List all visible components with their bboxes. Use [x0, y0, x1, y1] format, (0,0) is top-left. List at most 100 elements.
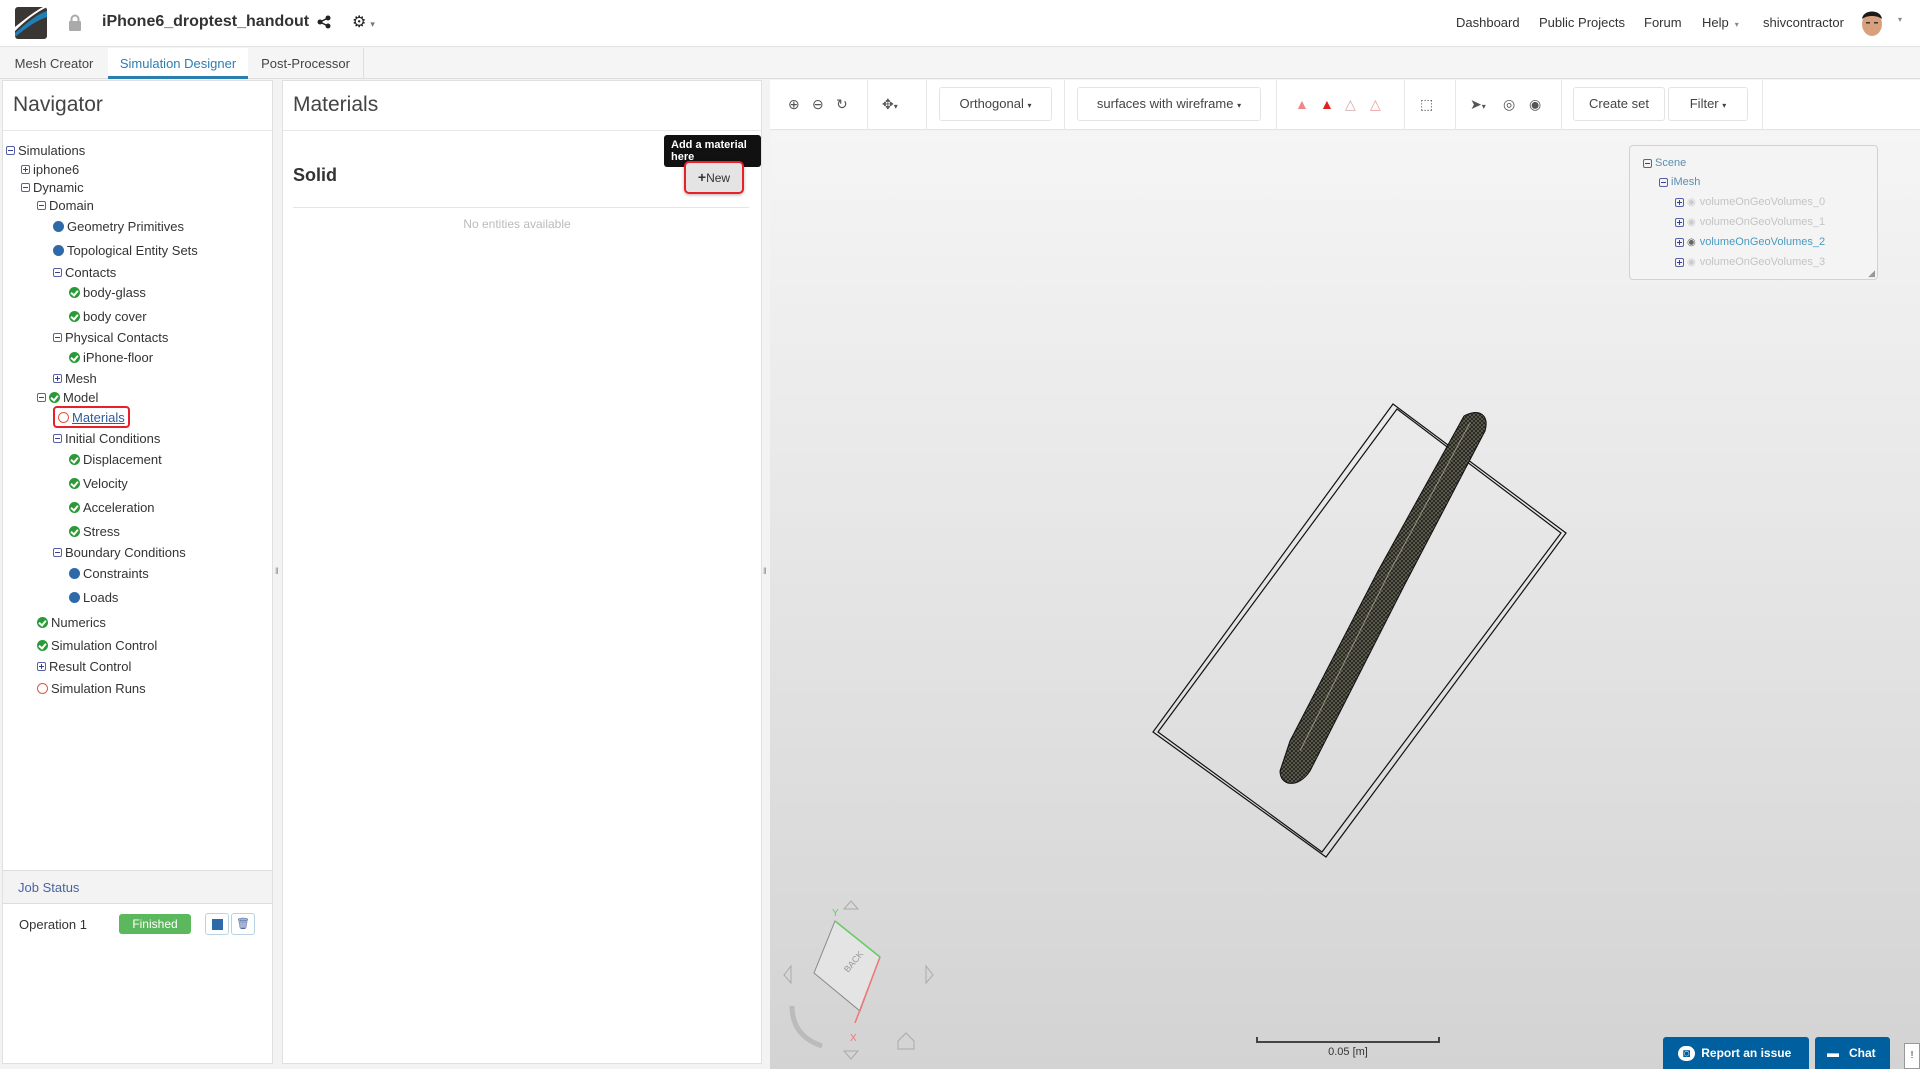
- tree-item[interactable]: Velocity: [69, 474, 128, 492]
- tree-item[interactable]: iphone6: [21, 160, 79, 178]
- settings-gear-icon[interactable]: ⚙ ▾: [352, 12, 375, 32]
- zoom-out-icon[interactable]: ⊖: [812, 96, 824, 113]
- scene-volume-item[interactable]: ◉ volumeOnGeoVolumes_2: [1675, 236, 1825, 248]
- expand-icon[interactable]: [1675, 257, 1684, 267]
- scene-volume-item[interactable]: ◉ volumeOnGeoVolumes_0: [1675, 196, 1825, 208]
- tree-item[interactable]: iPhone-floor: [69, 348, 153, 366]
- render-mode-dropdown[interactable]: surfaces with wireframe ▾: [1077, 87, 1261, 121]
- resize-grip-icon[interactable]: ◢: [1868, 268, 1875, 279]
- expand-icon[interactable]: [37, 661, 46, 671]
- expand-icon[interactable]: [21, 164, 30, 174]
- shaded-edges-icon[interactable]: ▲: [1320, 96, 1334, 112]
- stop-job-button[interactable]: [205, 913, 229, 935]
- tree-item[interactable]: Model: [37, 388, 98, 406]
- tree-item[interactable]: Acceleration: [69, 498, 155, 516]
- visibility-eye-icon[interactable]: ◉: [1687, 237, 1696, 248]
- tree-item[interactable]: Physical Contacts: [53, 328, 168, 346]
- tree-item[interactable]: Materials: [53, 406, 130, 428]
- feedback-tab[interactable]: !: [1904, 1043, 1920, 1069]
- collapse-icon[interactable]: [53, 547, 62, 557]
- zoom-in-icon[interactable]: ⊕: [788, 96, 800, 113]
- collapse-icon[interactable]: [21, 182, 30, 192]
- user-menu-chevron-icon[interactable]: ▾: [1898, 15, 1902, 24]
- tree-item[interactable]: body-glass: [69, 283, 146, 301]
- app-logo[interactable]: [15, 7, 47, 39]
- tree-item[interactable]: Constraints: [69, 564, 149, 582]
- scene-root[interactable]: Scene: [1643, 157, 1686, 169]
- tree-item[interactable]: Domain: [37, 196, 94, 214]
- tree-item[interactable]: Topological Entity Sets: [53, 241, 198, 259]
- tree-item[interactable]: Mesh: [53, 369, 97, 387]
- tree-item[interactable]: Contacts: [53, 263, 116, 281]
- collapse-icon[interactable]: [37, 200, 46, 210]
- expand-icon[interactable]: [1675, 197, 1684, 207]
- tree-item[interactable]: Initial Conditions: [53, 429, 160, 447]
- nav-public-projects[interactable]: Public Projects: [1539, 15, 1625, 30]
- show-icon[interactable]: ◉: [1529, 96, 1541, 113]
- report-issue-button[interactable]: ◙ Report an issue: [1663, 1037, 1809, 1069]
- nav-help[interactable]: Help ▾: [1702, 15, 1739, 30]
- operation-name: Operation 1: [19, 917, 87, 932]
- tree-item[interactable]: Dynamic: [21, 178, 84, 196]
- tree-item[interactable]: Result Control: [37, 657, 131, 675]
- scene-tree-panel: Scene iMesh ◉ volumeOnGeoVolumes_0 ◉ volume…: [1629, 145, 1878, 280]
- section-solid: Solid: [293, 165, 337, 185]
- new-material-button[interactable]: +New: [684, 161, 744, 194]
- tree-item-label: Physical Contacts: [65, 329, 169, 345]
- collapse-icon[interactable]: [1659, 177, 1668, 187]
- pointer-select-icon[interactable]: ➤▾: [1470, 96, 1486, 113]
- username[interactable]: shivcontractor: [1763, 15, 1844, 30]
- shaded-view-icon[interactable]: ▲: [1295, 96, 1309, 112]
- scene-volume-item[interactable]: ◉ volumeOnGeoVolumes_3: [1675, 256, 1825, 268]
- collapse-icon[interactable]: [53, 433, 62, 443]
- delete-job-button[interactable]: 🗑: [231, 913, 255, 935]
- pan-move-icon[interactable]: ✥▾: [882, 96, 898, 113]
- tab-post-processor[interactable]: Post-Processor: [248, 48, 364, 79]
- tree-item[interactable]: Geometry Primitives: [53, 217, 184, 235]
- collapse-icon[interactable]: [53, 267, 62, 277]
- reset-view-icon[interactable]: ↻: [836, 96, 848, 113]
- resize-handle[interactable]: ‖: [763, 566, 767, 576]
- tree-item[interactable]: Displacement: [69, 450, 162, 468]
- visibility-eye-icon[interactable]: ◉: [1687, 197, 1696, 208]
- visibility-eye-icon[interactable]: ◉: [1687, 257, 1696, 268]
- tree-item[interactable]: Simulations: [6, 141, 85, 159]
- tree-item[interactable]: Numerics: [37, 613, 106, 631]
- tab-mesh-creator[interactable]: Mesh Creator: [0, 48, 108, 79]
- tree-item-label: Boundary Conditions: [65, 544, 186, 560]
- chat-button[interactable]: ▬ Chat: [1815, 1037, 1890, 1069]
- hide-icon[interactable]: ◎: [1503, 96, 1515, 113]
- tree-item[interactable]: Simulation Control: [37, 636, 157, 654]
- visibility-eye-icon[interactable]: ◉: [1687, 217, 1696, 228]
- tree-item-label: Model: [63, 389, 99, 405]
- tree-item[interactable]: body cover: [69, 307, 147, 325]
- create-set-button[interactable]: Create set: [1573, 87, 1665, 121]
- scene-volume-item[interactable]: ◉ volumeOnGeoVolumes_1: [1675, 216, 1825, 228]
- navigation-cube[interactable]: Y X BACK: [780, 891, 940, 1061]
- collapse-icon[interactable]: [6, 145, 15, 155]
- tab-simulation-designer[interactable]: Simulation Designer: [108, 48, 248, 79]
- share-icon[interactable]: [317, 15, 331, 29]
- expand-icon[interactable]: [1675, 237, 1684, 247]
- projection-dropdown[interactable]: Orthogonal ▾: [939, 87, 1052, 121]
- rotate-down-icon: [842, 1050, 860, 1060]
- scene-mesh[interactable]: iMesh: [1659, 176, 1700, 188]
- points-icon[interactable]: △: [1370, 96, 1381, 113]
- nav-forum[interactable]: Forum: [1644, 15, 1682, 30]
- expand-icon[interactable]: [1675, 217, 1684, 227]
- tree-item[interactable]: Stress: [69, 522, 120, 540]
- expand-icon[interactable]: [53, 373, 62, 383]
- filter-dropdown[interactable]: Filter ▾: [1668, 87, 1748, 121]
- wireframe-icon[interactable]: △: [1345, 96, 1356, 113]
- rotate-left-icon: [783, 964, 792, 985]
- collapse-icon[interactable]: [53, 332, 62, 342]
- collapse-icon[interactable]: [37, 392, 46, 402]
- tree-item[interactable]: Simulation Runs: [37, 679, 146, 697]
- box-select-icon[interactable]: ⬚: [1420, 96, 1433, 113]
- user-avatar[interactable]: [1857, 7, 1887, 39]
- tree-item[interactable]: Boundary Conditions: [53, 543, 186, 561]
- nav-dashboard[interactable]: Dashboard: [1456, 15, 1520, 30]
- collapse-icon[interactable]: [1643, 158, 1652, 168]
- tree-item[interactable]: Loads: [69, 588, 118, 606]
- resize-handle[interactable]: ‖: [275, 566, 279, 576]
